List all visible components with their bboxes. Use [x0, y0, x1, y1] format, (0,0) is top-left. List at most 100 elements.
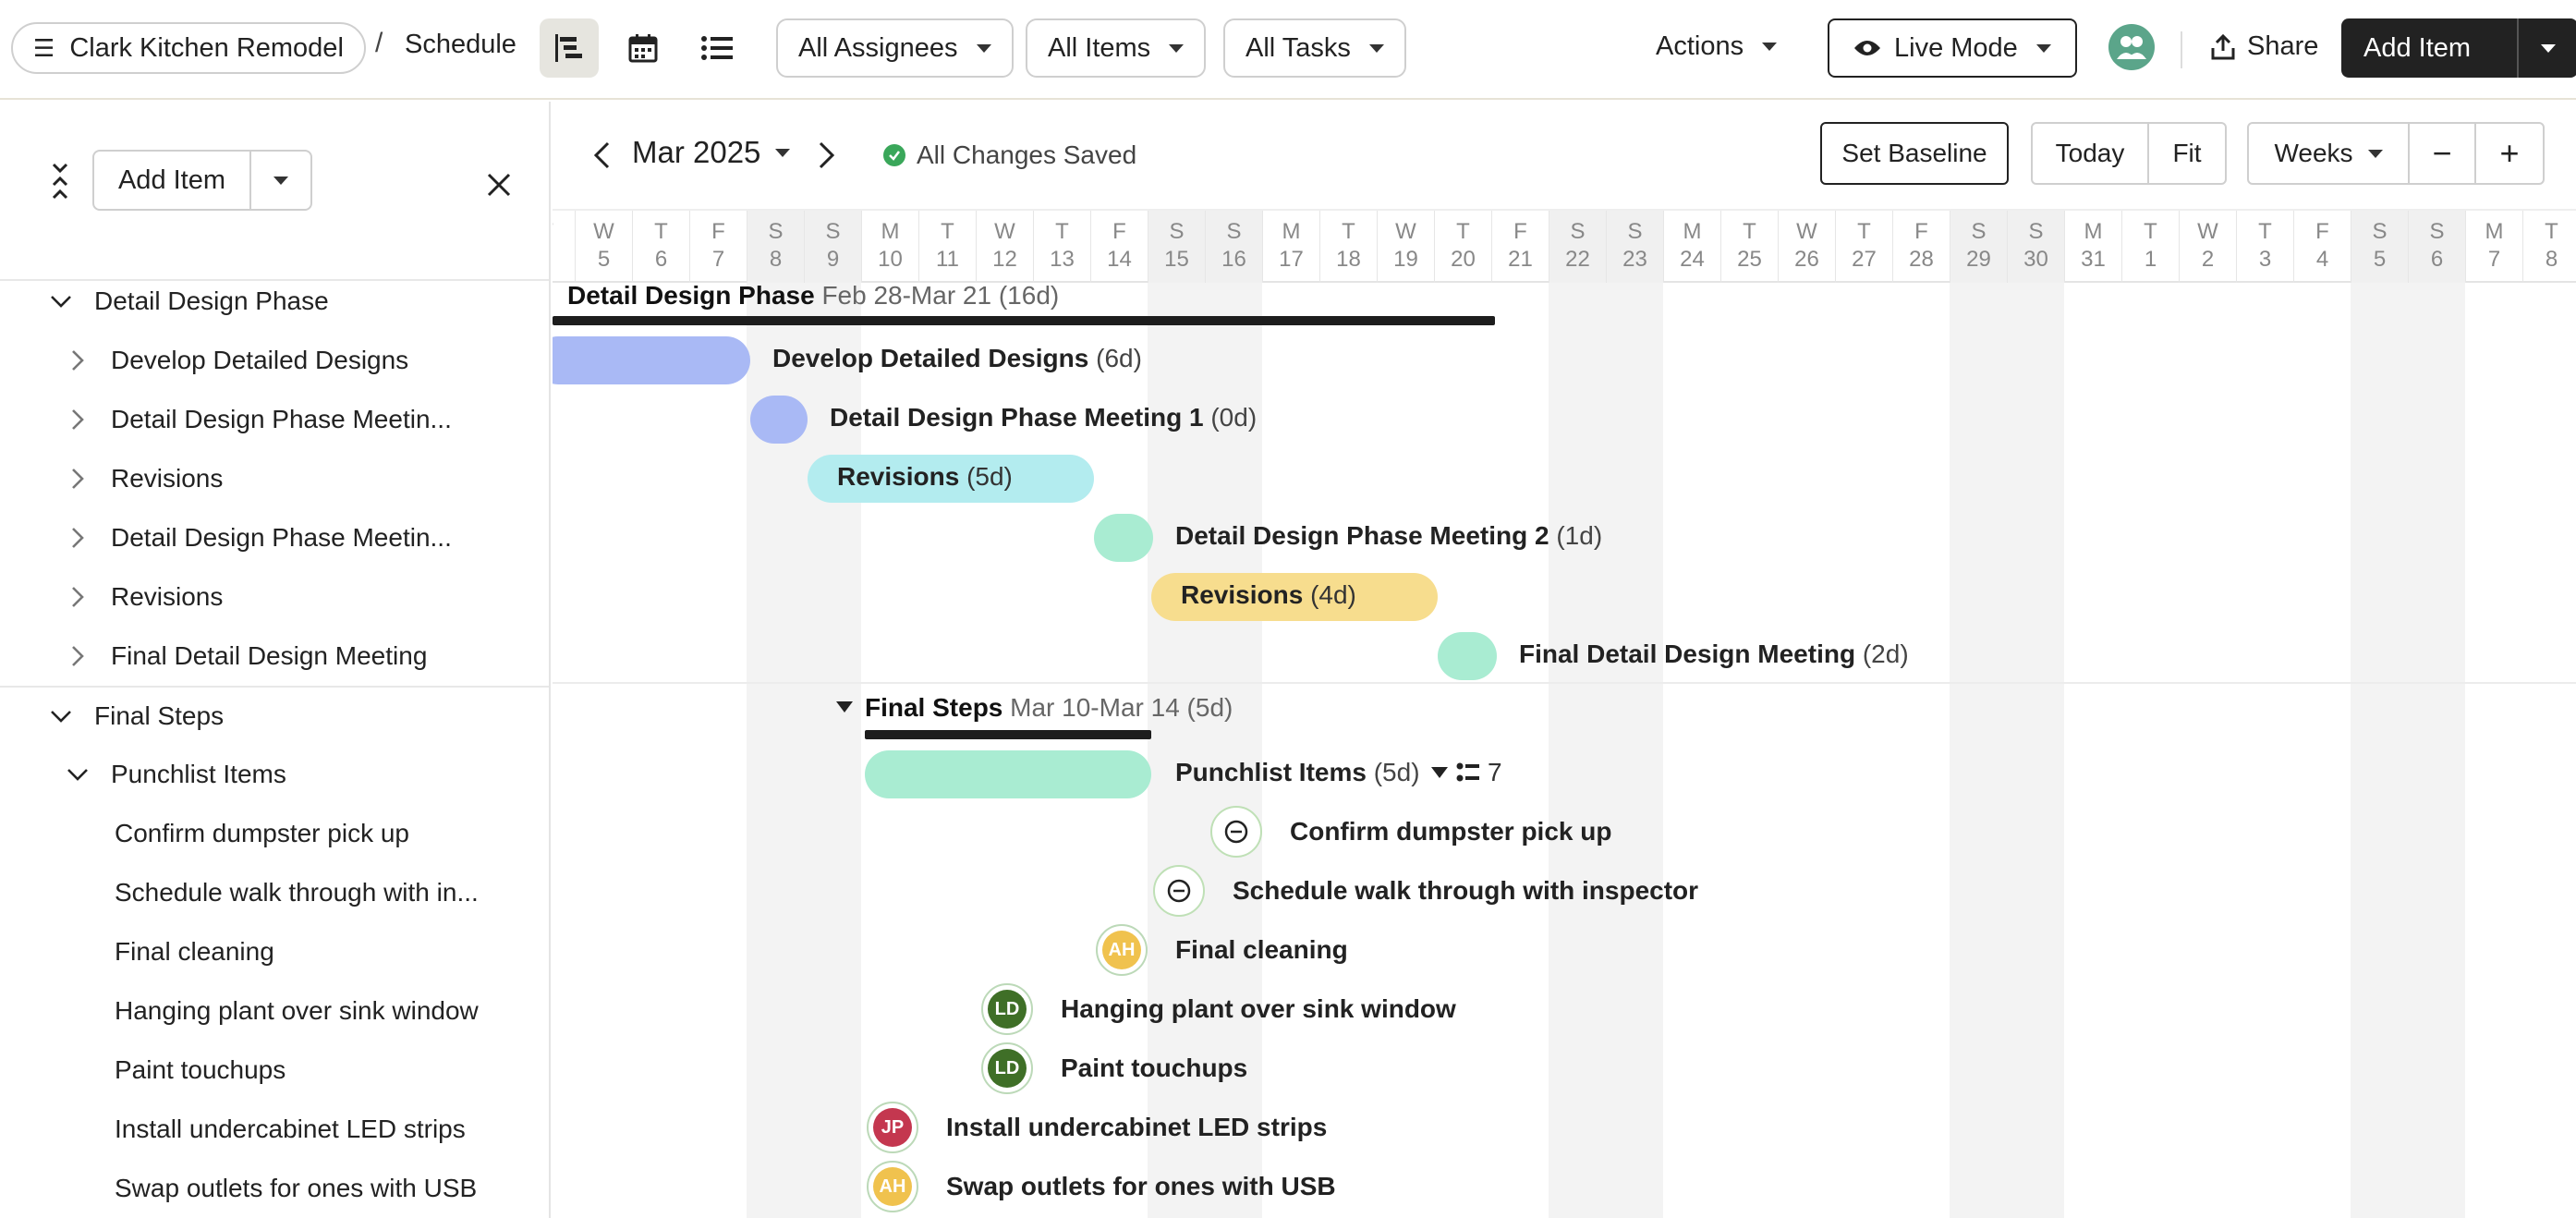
day-number: 18: [1336, 247, 1361, 272]
tree-row[interactable]: Revisions: [0, 567, 549, 627]
outline-add-item-split-button[interactable]: Add Item: [92, 150, 312, 211]
avatar[interactable]: AH: [1096, 924, 1148, 976]
chevron-right-icon[interactable]: [65, 347, 91, 373]
tree-row[interactable]: Detail Design Phase Meetin...: [0, 508, 549, 567]
subtask-counter[interactable]: 7: [1430, 758, 1502, 787]
chevron-down-icon[interactable]: [65, 761, 91, 787]
avatar[interactable]: LD: [981, 1042, 1033, 1094]
avatar[interactable]: AH: [867, 1161, 918, 1212]
tree-row[interactable]: Schedule walk through with in...: [0, 863, 549, 922]
chevron-right-icon[interactable]: [813, 140, 839, 170]
tree-row[interactable]: Develop Detailed Designs: [0, 331, 549, 390]
caret-down-icon[interactable]: [835, 700, 854, 713]
day-header-cell: M 31: [2064, 211, 2121, 283]
day-header-cell: W 26: [1778, 211, 1835, 283]
month-label: Mar 2025: [632, 135, 761, 169]
phase-bar-detail-design[interactable]: [553, 316, 1495, 325]
tree-row[interactable]: Detail Design Phase Meetin...: [0, 390, 549, 449]
scale-dropdown[interactable]: Weeks: [2247, 122, 2410, 185]
day-header-cell: S 30: [2007, 211, 2064, 283]
add-item-split-button[interactable]: Add Item: [2341, 18, 2576, 78]
day-number: 21: [1508, 247, 1533, 272]
milestone-meeting-1[interactable]: [750, 396, 808, 444]
project-switcher[interactable]: ☰ Clark Kitchen Remodel: [11, 22, 366, 74]
today-button[interactable]: Today: [2031, 122, 2149, 185]
assignees-filter[interactable]: All Assignees: [776, 18, 1014, 78]
tree-row[interactable]: Revisions: [0, 449, 549, 508]
zoom-out-button[interactable]: −: [2408, 122, 2476, 185]
add-item-menu-button[interactable]: [2519, 43, 2576, 53]
weekday-letter: F: [1112, 219, 1126, 244]
day-number: 5: [2373, 247, 2387, 272]
chevron-right-icon[interactable]: [65, 643, 91, 669]
day-number: 4: [553, 246, 575, 274]
chevron-right-icon[interactable]: [65, 466, 91, 492]
list-view-button[interactable]: [687, 18, 747, 78]
tasks-filter[interactable]: All Tasks: [1223, 18, 1406, 78]
phase-bar-final-steps[interactable]: [865, 730, 1151, 739]
chevron-right-icon[interactable]: [65, 407, 91, 432]
collapse-all-icon[interactable]: [46, 161, 74, 201]
weekday-letter: T: [941, 219, 954, 244]
users-icon: [2117, 36, 2146, 59]
task-bar-develop-designs[interactable]: [553, 336, 750, 384]
team-avatar[interactable]: [2108, 24, 2155, 70]
tree-row[interactable]: Detail Design Phase: [0, 272, 549, 331]
tree-row-label: Revisions: [111, 464, 224, 493]
chevron-right-icon[interactable]: [65, 525, 91, 551]
status-icon[interactable]: [1210, 806, 1262, 858]
task-bar-punchlist[interactable]: [865, 750, 1151, 798]
chevron-down-icon[interactable]: [48, 288, 74, 314]
tree-row[interactable]: Final cleaning: [0, 922, 549, 981]
weekday-letter: W: [1395, 219, 1416, 244]
items-filter[interactable]: All Items: [1026, 18, 1207, 78]
avatar-initials: JP: [873, 1108, 912, 1147]
status-icon[interactable]: [1153, 865, 1205, 917]
avatar[interactable]: LD: [981, 983, 1033, 1035]
phase-label-final-steps[interactable]: Final Steps Mar 10-Mar 14 (5d): [865, 693, 1233, 723]
tree-row-label: Final cleaning: [115, 937, 274, 966]
avatar[interactable]: JP: [867, 1102, 918, 1153]
actions-menu[interactable]: Actions: [1656, 31, 1778, 62]
task-bar-final-meeting[interactable]: [1438, 632, 1497, 680]
gantt-toolbar: Mar 2025 All Changes Saved Set Baseline …: [553, 102, 2576, 209]
task-label-outlets: Swap outlets for ones with USB: [946, 1172, 1336, 1200]
tasks-filter-label: All Tasks: [1245, 32, 1351, 63]
tree-row[interactable]: Final Detail Design Meeting: [0, 627, 549, 686]
day-number: 3: [2258, 247, 2272, 272]
tree-row-label: Revisions: [111, 582, 224, 611]
day-number: 4: [2315, 247, 2329, 272]
share-button[interactable]: Share: [2210, 31, 2318, 62]
set-baseline-button[interactable]: Set Baseline: [1820, 122, 2009, 185]
task-label-revisions-2: Revisions (4d): [1181, 580, 1356, 609]
breadcrumb-schedule[interactable]: Schedule: [405, 30, 516, 60]
tree-row[interactable]: Confirm dumpster pick up: [0, 804, 549, 863]
task-bar-meeting-2[interactable]: [1094, 514, 1153, 562]
phase-label-detail-design[interactable]: Detail Design Phase Feb 28-Mar 21 (16d): [567, 281, 1059, 311]
add-item-button[interactable]: Add Item: [2341, 33, 2517, 64]
tree-row[interactable]: Punchlist Items: [0, 745, 549, 804]
month-picker[interactable]: Mar 2025: [632, 135, 791, 170]
outline-add-item-menu-button[interactable]: [251, 176, 310, 185]
tree-row-label: Swap outlets for ones with USB: [115, 1174, 478, 1202]
chevron-left-icon[interactable]: [589, 140, 615, 170]
zoom-in-button[interactable]: +: [2474, 122, 2545, 185]
gantt-view-button[interactable]: [540, 18, 599, 78]
weekday-letter: M: [1683, 219, 1702, 244]
day-number: 20: [1451, 247, 1476, 272]
calendar-view-button[interactable]: [614, 18, 673, 78]
chevron-right-icon[interactable]: [65, 584, 91, 610]
tree-row-label: Develop Detailed Designs: [111, 346, 409, 374]
close-icon[interactable]: [482, 168, 516, 201]
tree-row[interactable]: Paint touchups: [0, 1041, 549, 1100]
tree-row[interactable]: Hanging plant over sink window: [0, 981, 549, 1041]
fit-button[interactable]: Fit: [2147, 122, 2227, 185]
tree-row[interactable]: Install undercabinet LED strips: [0, 1100, 549, 1159]
tree-row[interactable]: Final Steps: [0, 686, 549, 745]
chevron-down-icon[interactable]: [48, 703, 74, 729]
weekday-letter: S: [825, 219, 841, 244]
tree-row[interactable]: Swap outlets for ones with USB: [0, 1159, 549, 1218]
live-mode-toggle[interactable]: Live Mode: [1828, 18, 2077, 78]
outline-add-item-button[interactable]: Add Item: [94, 165, 249, 196]
tree-row-label: Final Steps: [94, 701, 225, 730]
